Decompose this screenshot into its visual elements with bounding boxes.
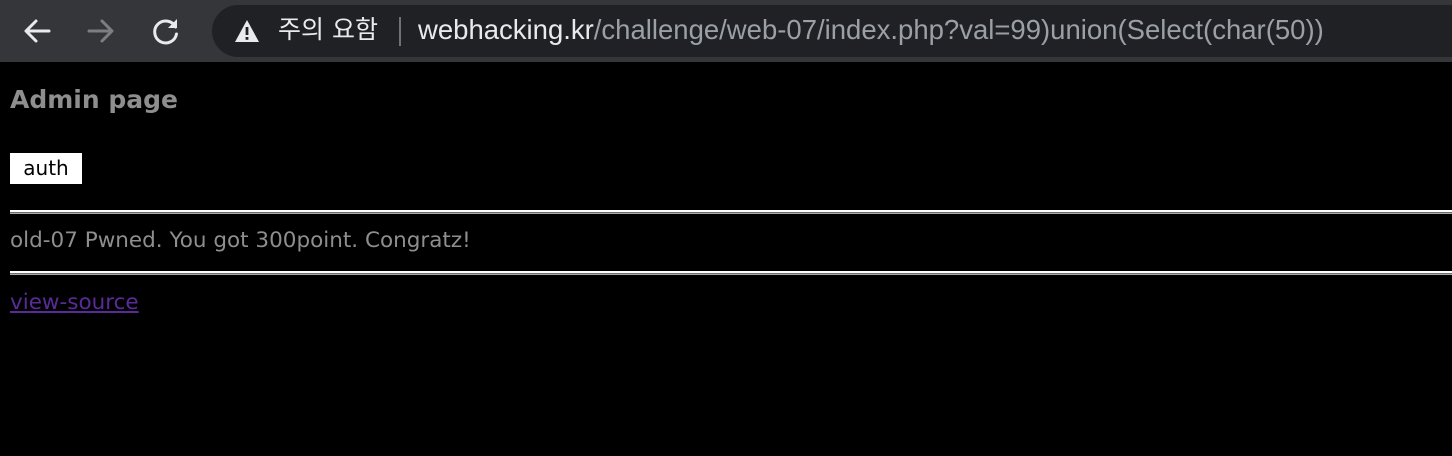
reload-icon [153, 19, 178, 45]
address-bar[interactable]: 주의 요함 webhacking.kr/challenge/web-07/ind… [212, 5, 1452, 57]
url-host: webhacking.kr [418, 14, 594, 45]
arrow-right-icon [87, 19, 114, 43]
url-text[interactable]: webhacking.kr/challenge/web-07/index.php… [418, 14, 1324, 46]
omnibox-divider [399, 17, 401, 46]
reload-button[interactable] [145, 10, 187, 52]
back-button[interactable] [16, 10, 58, 52]
result-message: old-07 Pwned. You got 300point. Congratz… [10, 228, 471, 253]
page-title: Admin page [10, 85, 178, 114]
url-path: /challenge/web-07/index.php?val=99)union… [593, 14, 1324, 45]
divider-top [10, 210, 1452, 214]
view-source-link[interactable]: view-source [10, 288, 139, 318]
divider-bottom [10, 271, 1452, 275]
auth-button[interactable]: auth [10, 153, 82, 184]
warning-triangle-icon[interactable] [234, 19, 260, 43]
page-content: Admin page auth old-07 Pwned. You got 30… [0, 62, 1452, 456]
security-warning-label[interactable]: 주의 요함 [278, 14, 378, 46]
browser-toolbar: 주의 요함 webhacking.kr/challenge/web-07/ind… [0, 0, 1452, 62]
forward-button[interactable] [80, 10, 122, 52]
arrow-left-icon [24, 19, 51, 43]
